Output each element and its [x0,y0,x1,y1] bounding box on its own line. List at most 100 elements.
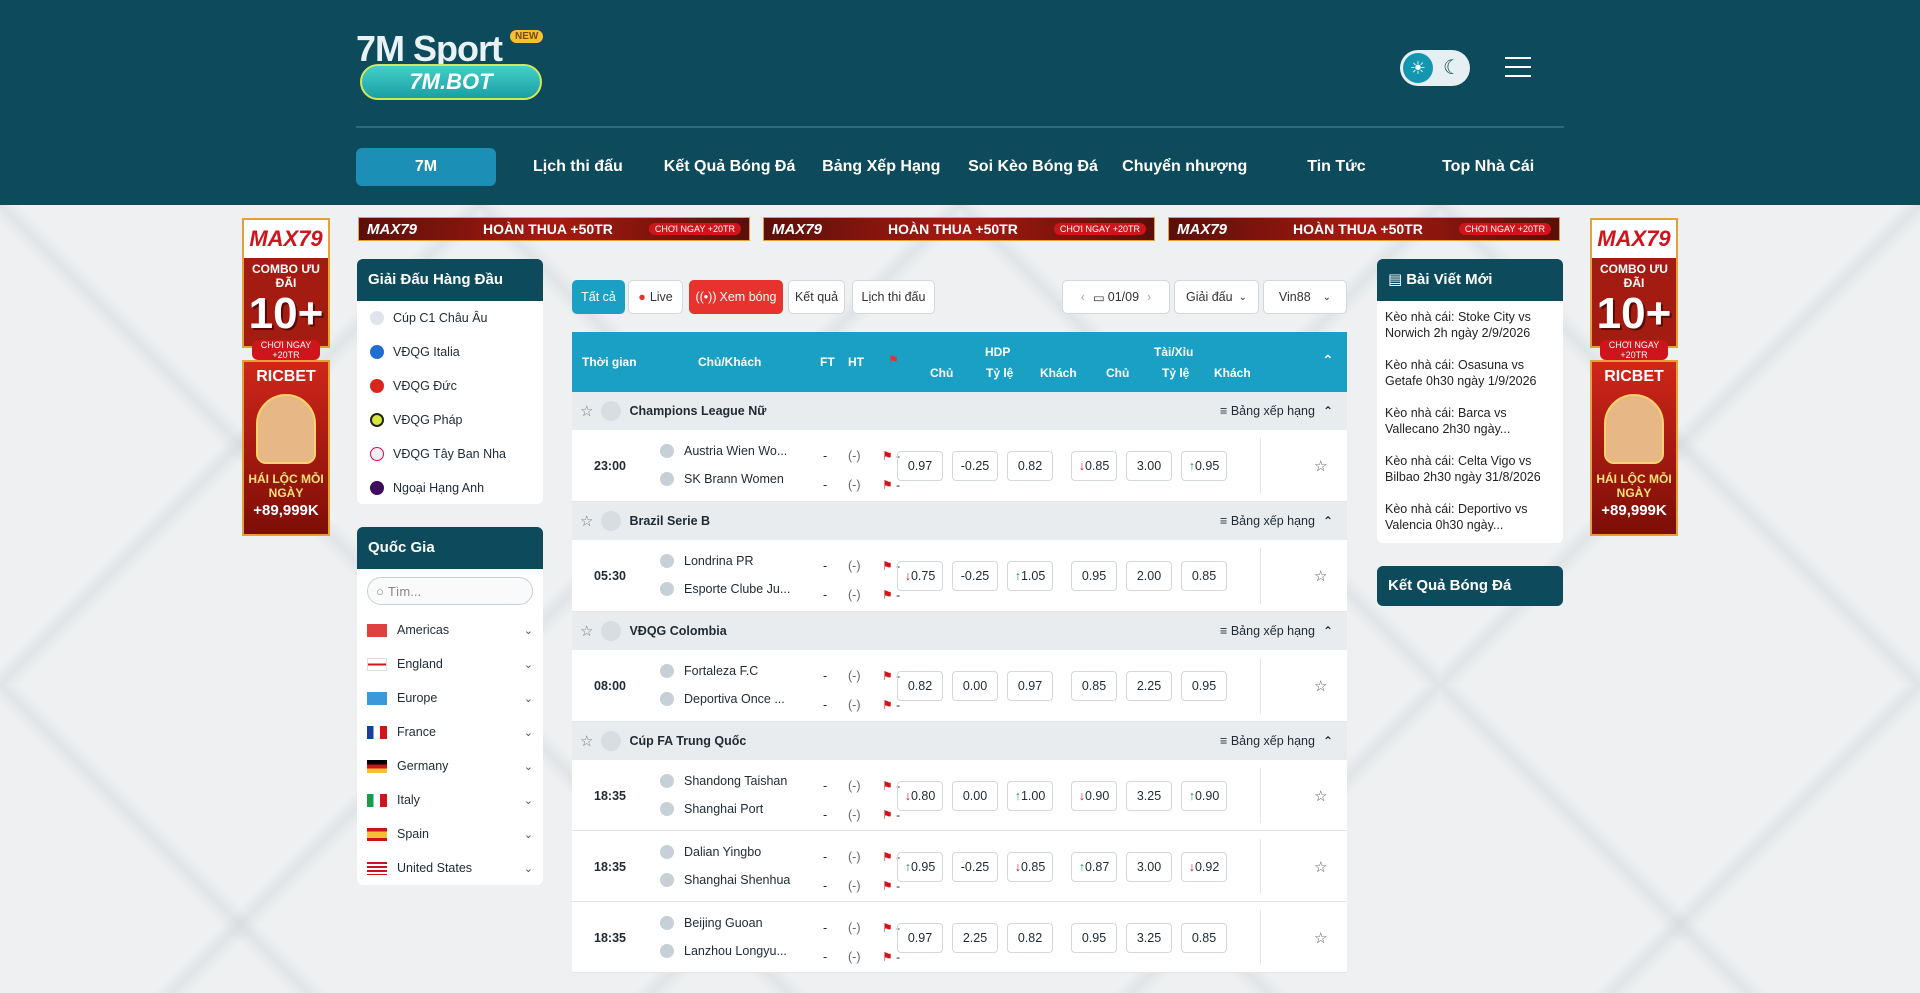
odds-cell[interactable]: 2.25 [952,922,998,953]
odds-cell[interactable]: 0.95 [1181,671,1227,701]
odds-cell[interactable]: 0.97 [1007,671,1053,701]
match-row[interactable]: 23:00 Austria Wien Wo... SK Brann Women - (-… [572,430,1347,502]
nav-item-top-bookmakers[interactable]: Top Nhà Cái [1412,148,1564,186]
match-row[interactable]: 18:35 Dalian Yingbo Shanghai Shenhua - (-) ⚑ … [572,831,1347,902]
star-icon[interactable]: ☆ [1314,929,1327,947]
banner-ad-2[interactable]: MAX79 HOÀN THUA +50TR CHƠI NGAY +20TR [763,217,1155,241]
collapse-icon[interactable]: ⌃ [1323,734,1333,748]
star-icon[interactable]: ☆ [580,732,593,750]
nav-item-news[interactable]: Tin Tức [1261,148,1413,186]
news-item[interactable]: Kèo nhà cái: Barca vs Vallecano 2h30 ngà… [1377,397,1563,445]
odds-cell[interactable]: ↑1.00 [1007,780,1053,811]
home-team[interactable]: Londrina PR [660,554,754,568]
away-team[interactable]: Shanghai Port [660,801,763,816]
bookmaker-select[interactable]: Vin88 ⌄ [1263,280,1347,314]
collapse-icon[interactable]: ⌃ [1323,514,1333,528]
odds-cell[interactable]: -0.25 [952,561,998,591]
theme-toggle[interactable]: ☀ ☾ [1400,50,1470,86]
league-group-header[interactable]: ☆ Champions League Nữ ≡ Bảng xếp hạng ⌃ [572,392,1347,430]
news-item[interactable]: Kèo nhà cái: Osasuna vs Getafe 0h30 ngày… [1377,349,1563,397]
standings-link[interactable]: ≡ Bảng xếp hạng [1220,514,1315,528]
date-picker[interactable]: ‹ ▭ 01/09 › [1062,280,1170,314]
nav-item-schedule[interactable]: Lịch thi đấu [502,148,654,186]
odds-cell[interactable]: 3.25 [1126,922,1172,953]
odds-cell[interactable]: ↓0.75 [897,561,943,591]
league-group-header[interactable]: ☆ VĐQG Colombia ≡ Bảng xếp hạng ⌃ [572,612,1347,650]
standings-link[interactable]: ≡ Bảng xếp hạng [1220,404,1315,418]
star-icon[interactable]: ☆ [1314,858,1327,876]
odds-cell[interactable]: 3.00 [1126,451,1172,481]
country-search-input[interactable]: ○ Tìm... [367,577,533,605]
match-row[interactable]: 05:30 Londrina PR Esporte Clube Ju... - (-) ⚑… [572,540,1347,612]
odds-cell[interactable]: ↑0.95 [897,851,943,882]
star-icon[interactable]: ☆ [1314,787,1327,805]
home-team[interactable]: Dalian Yingbo [660,844,761,859]
odds-cell[interactable]: 0.85 [1181,922,1227,953]
odds-cell[interactable]: 0.97 [897,451,943,481]
home-team[interactable]: Beijing Guoan [660,915,763,930]
results-panel[interactable]: Kết Quả Bóng Đá [1377,566,1563,606]
away-team[interactable]: Esporte Clube Ju... [660,582,790,596]
odds-cell[interactable]: -0.25 [952,851,998,882]
news-item[interactable]: Kèo nhà cái: Deportivo vs Valencia 0h30 … [1377,493,1563,541]
away-team[interactable]: Shanghai Shenhua [660,872,790,887]
collapse-icon[interactable]: ⌃ [1323,624,1333,638]
league-item[interactable]: VĐQG Pháp [357,403,543,437]
collapse-icon[interactable]: ⌃ [1323,404,1333,418]
side-ad-max79-right[interactable]: MAX79 COMBO ƯU ĐÃI 10+ CHƠI NGAY +20TR [1590,218,1678,360]
odds-cell[interactable]: 0.82 [1007,451,1053,481]
nav-item-standings[interactable]: Bảng Xếp Hạng [805,148,957,186]
country-item[interactable]: Spain ⌄ [357,817,543,851]
nav-item-odds[interactable]: Soi Kèo Bóng Đá [957,148,1109,186]
odds-cell[interactable]: ↑1.05 [1007,561,1053,591]
league-item[interactable]: VĐQG Tây Ban Nha [357,437,543,471]
star-icon[interactable]: ☆ [1314,457,1327,475]
league-select[interactable]: Giải đấu ⌄ [1174,280,1259,314]
nav-item-transfers[interactable]: Chuyển nhượng [1109,148,1261,186]
odds-cell[interactable]: 0.97 [897,922,943,953]
side-ad-ricbet-left[interactable]: RICBET HÁI LỘC MỖI NGÀY +89,999K [242,360,330,536]
league-item[interactable]: Ngoại Hạng Anh [357,471,543,504]
star-icon[interactable]: ☆ [580,622,593,640]
odds-cell[interactable]: 0.00 [952,780,998,811]
menu-icon[interactable] [1505,57,1531,77]
country-item[interactable]: Americas ⌄ [357,613,543,647]
odds-cell[interactable]: 2.00 [1126,561,1172,591]
star-icon[interactable]: ☆ [1314,677,1327,695]
side-ad-ricbet-right[interactable]: RICBET HÁI LỘC MỖI NGÀY +89,999K [1590,360,1678,536]
country-item[interactable]: United States ⌄ [357,851,543,885]
standings-link[interactable]: ≡ Bảng xếp hạng [1220,734,1315,748]
standings-link[interactable]: ≡ Bảng xếp hạng [1220,624,1315,638]
country-item[interactable]: Germany ⌄ [357,749,543,783]
nav-item-7m[interactable]: 7M [356,148,496,186]
odds-cell[interactable]: 0.85 [1071,671,1117,701]
away-team[interactable]: Deportiva Once ... [660,692,785,706]
filter-all-button[interactable]: Tất cả [572,280,625,314]
collapse-all-icon[interactable]: ⌃ [1322,352,1334,369]
away-team[interactable]: Lanzhou Longyu... [660,943,787,958]
odds-cell[interactable]: ↓0.80 [897,780,943,811]
news-item[interactable]: Kèo nhà cái: Celta Vigo vs Bilbao 2h30 n… [1377,445,1563,493]
odds-cell[interactable]: ↓0.85 [1007,851,1053,882]
side-ad-max79-left[interactable]: MAX79 COMBO ƯU ĐÃI 10+ CHƠI NGAY +20TR [242,218,330,360]
filter-results-button[interactable]: Kết quả [788,280,845,314]
odds-cell[interactable]: 0.82 [897,671,943,701]
news-item[interactable]: Kèo nhà cái: Stoke City vs Norwich 2h ng… [1377,301,1563,349]
match-row[interactable]: 18:35 Shandong Taishan Shanghai Port - (-) ⚑ … [572,760,1347,831]
filter-live-button[interactable]: ● Live [628,280,683,314]
banner-ad-1[interactable]: MAX79 HOÀN THUA +50TR CHƠI NGAY +20TR [358,217,750,241]
odds-cell[interactable]: 0.82 [1007,922,1053,953]
league-group-header[interactable]: ☆ Cúp FA Trung Quốc ≡ Bảng xếp hạng ⌃ [572,722,1347,760]
odds-cell[interactable]: ↓0.85 [1071,451,1117,481]
odds-cell[interactable]: ↑0.90 [1181,780,1227,811]
site-logo[interactable]: 7M Sport NEW 7M.BOT [356,28,546,102]
star-icon[interactable]: ☆ [580,512,593,530]
match-row[interactable]: 08:00 Fortaleza F.C Deportiva Once ... - (-)… [572,650,1347,722]
league-item[interactable]: Cúp C1 Châu Âu [357,301,543,335]
odds-cell[interactable]: 3.00 [1126,851,1172,882]
home-team[interactable]: Shandong Taishan [660,773,787,788]
league-item[interactable]: VĐQG Đức [357,369,543,403]
odds-cell[interactable]: 2.25 [1126,671,1172,701]
banner-ad-3[interactable]: MAX79 HOÀN THUA +50TR CHƠI NGAY +20TR [1168,217,1560,241]
star-icon[interactable]: ☆ [580,402,593,420]
